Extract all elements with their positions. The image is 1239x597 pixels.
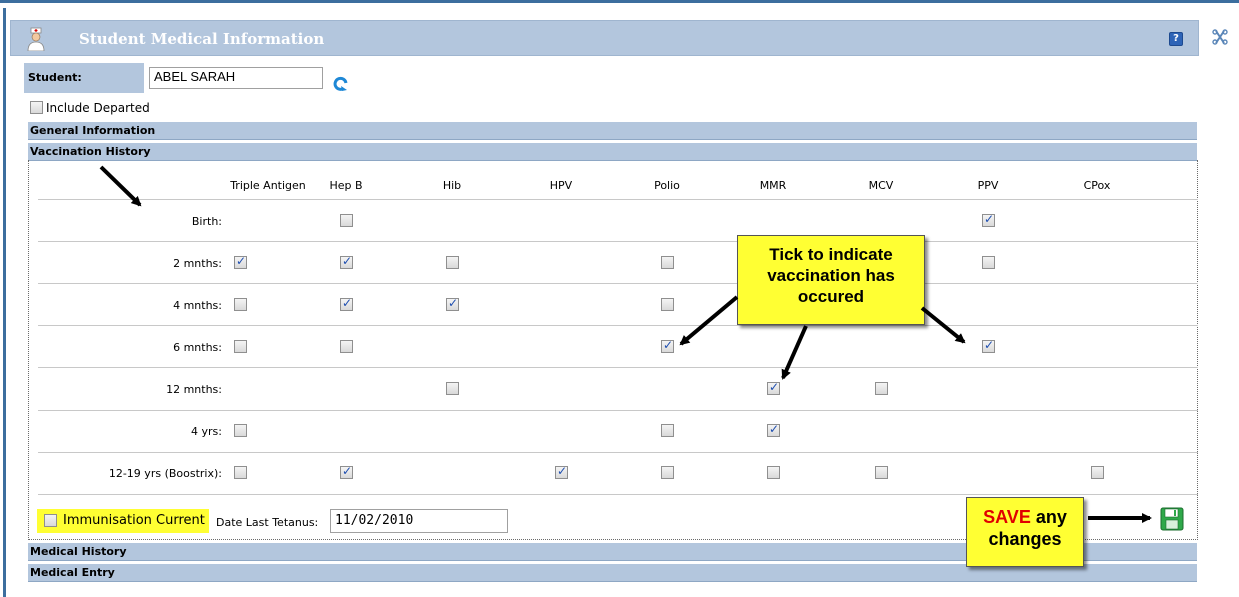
date-last-tetanus-label: Date Last Tetanus: [216,516,319,529]
vaccination-checkbox-mmr[interactable] [767,380,780,395]
vaccination-checkbox-mmr[interactable] [767,422,780,437]
column-header-cpox: CPox [1083,179,1111,192]
date-last-tetanus-field[interactable]: 11/02/2010 [330,509,508,533]
vaccination-checkbox-hib[interactable] [446,296,459,311]
row-label: 4 mnths: [173,299,222,312]
column-header-mmr: MMR [759,179,787,192]
vaccination-checkbox-triple-antigen[interactable] [234,424,247,437]
row-divider [38,241,1198,242]
immunisation-current-label: Immunisation Current [63,513,205,528]
vaccination-checkbox-polio[interactable] [661,256,674,269]
row-label: Birth: [191,215,222,228]
row-divider [38,452,1198,453]
section-general-information[interactable]: General Information [28,122,1197,140]
column-header-hib: Hib [442,179,462,192]
row-divider [38,410,1198,411]
vaccination-checkbox-polio[interactable] [661,298,674,311]
vaccination-checkbox-polio[interactable] [661,424,674,437]
vaccination-checkbox-ppv[interactable] [982,256,995,269]
tick-callout-line-1: Tick to indicate [769,245,893,264]
tick-callout: Tick to indicate vaccination has occured [737,235,925,325]
column-header-hpv: HPV [549,179,573,192]
window-left-border [3,8,6,597]
vaccination-checkbox-polio[interactable] [661,338,674,353]
column-header-ppv: PPV [977,179,999,192]
vaccination-checkbox-triple-antigen[interactable] [234,340,247,353]
save-callout-emphasis: SAVE [983,507,1031,527]
vaccination-checkbox-hep-b[interactable] [340,464,353,479]
refresh-icon[interactable] [333,76,349,92]
vaccination-checkbox-cpox[interactable] [1091,466,1104,479]
row-divider [38,199,1198,200]
column-header-mcv: MCV [868,179,894,192]
save-icon[interactable] [1160,507,1184,531]
vaccination-checkbox-ppv[interactable] [982,338,995,353]
row-divider [38,325,1198,326]
section-vaccination-history[interactable]: Vaccination History [28,143,1197,161]
vaccination-checkbox-mcv[interactable] [875,382,888,395]
student-field[interactable]: ABEL SARAH [149,67,323,89]
student-label: Student: [24,63,144,93]
vaccination-checkbox-hib[interactable] [446,382,459,395]
immunisation-current-checkbox[interactable] [44,514,57,527]
column-header-polio: Polio [654,179,680,192]
vaccination-checkbox-ppv[interactable] [982,212,995,227]
row-label: 2 mnths: [173,257,222,270]
save-callout-any: any [1030,507,1067,527]
help-icon[interactable]: ? [1169,32,1183,46]
row-divider [38,494,1198,495]
save-callout-line-2: changes [988,529,1062,549]
vaccination-checkbox-hep-b[interactable] [340,254,353,269]
include-departed-label: Include Departed [46,101,150,115]
close-icon[interactable] [1211,28,1229,46]
window-titlebar: Student Medical Information ? [10,20,1228,56]
vaccination-checkbox-hep-b[interactable] [340,296,353,311]
row-label: 4 yrs: [191,425,222,438]
vaccination-checkbox-triple-antigen[interactable] [234,254,247,269]
row-label: 12 mnths: [166,383,222,396]
vaccination-checkbox-hep-b[interactable] [340,214,353,227]
vaccination-checkbox-mcv[interactable] [875,466,888,479]
nurse-icon [27,27,45,51]
vaccination-checkbox-polio[interactable] [661,466,674,479]
row-divider [38,367,1198,368]
vaccination-checkbox-hib[interactable] [446,256,459,269]
vaccination-checkbox-mmr[interactable] [767,466,780,479]
vaccination-checkbox-hpv[interactable] [555,464,568,479]
window-title: Student Medical Information [79,30,325,48]
tick-callout-line-2: vaccination has [767,266,895,285]
window-top-border [0,0,1239,3]
row-label: 6 mnths: [173,341,222,354]
vaccination-checkbox-triple-antigen[interactable] [234,298,247,311]
save-callout: SAVE any changes [966,497,1084,567]
include-departed-checkbox[interactable] [30,101,43,114]
column-header-triple-antigen: Triple Antigen [230,179,306,192]
row-label: 12-19 yrs (Boostrix): [108,467,222,480]
vaccination-checkbox-hep-b[interactable] [340,340,353,353]
column-header-hep-b: Hep B [329,179,363,192]
vaccination-checkbox-triple-antigen[interactable] [234,466,247,479]
tick-callout-line-3: occured [797,287,865,306]
row-divider [38,283,1198,284]
